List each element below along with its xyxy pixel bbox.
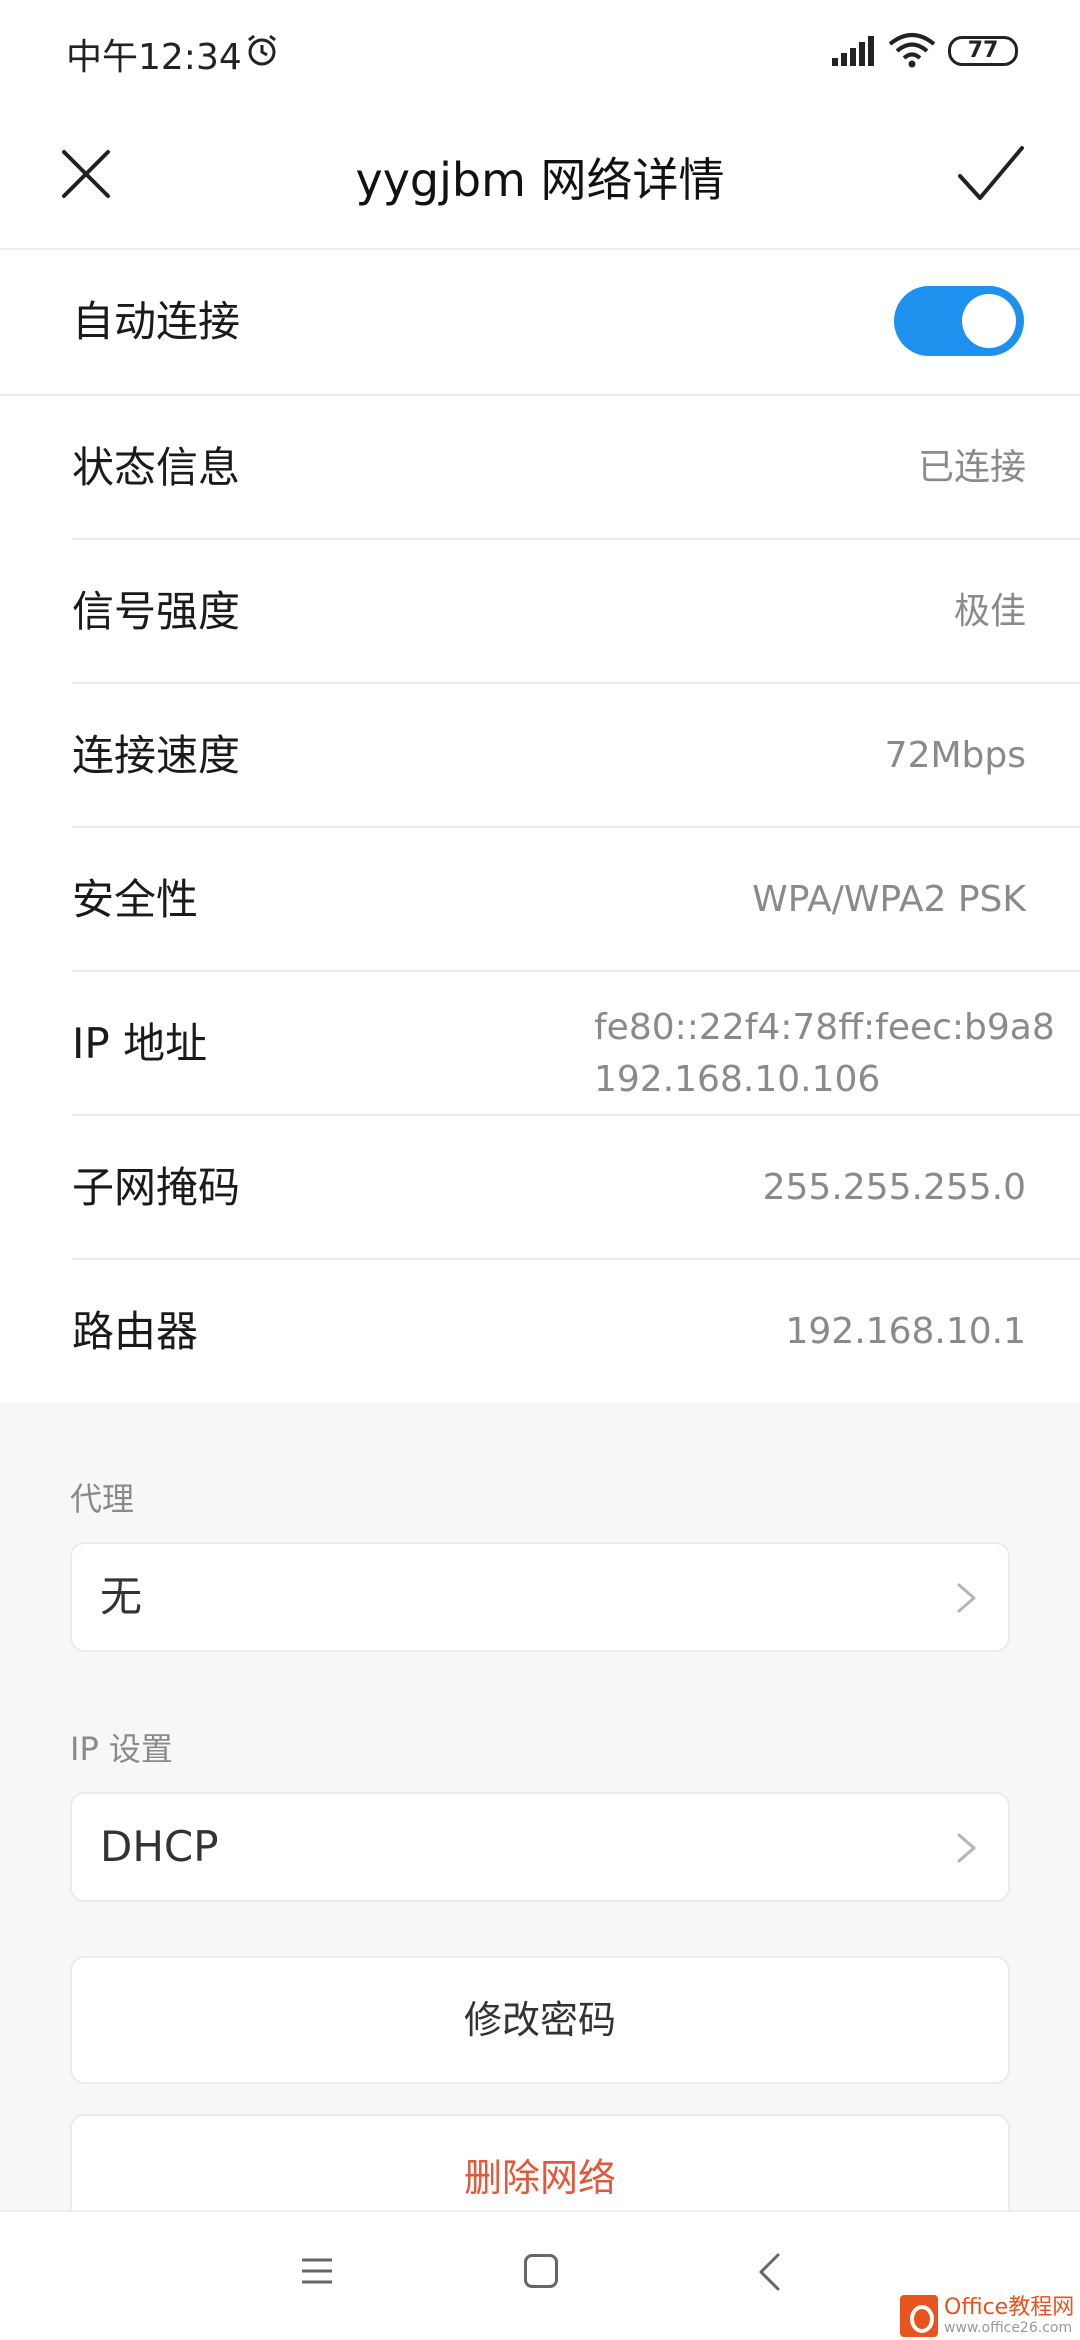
detail-row-ip: IP 地址 fe80::22f4:78ff:feec:b9a8 192.168.… <box>0 972 1080 1116</box>
ipv6-address: fe80::22f4:78ff:feec:b9a8 <box>594 1007 1055 1048</box>
auto-connect-toggle[interactable] <box>894 286 1024 356</box>
detail-row-subnet: 子网掩码 255.255.255.0 <box>0 1116 1080 1260</box>
detail-label: 状态信息 <box>72 443 241 492</box>
chevron-right-icon <box>957 1833 976 1863</box>
ip-settings-value: DHCP <box>100 1822 219 1871</box>
detail-row-signal: 信号强度 极佳 <box>0 540 1080 684</box>
status-bar: 中午12:34 77 <box>0 0 1080 106</box>
proxy-section-label: 代理 <box>70 1480 135 1518</box>
page-title: yygjbm 网络详情 <box>355 153 725 207</box>
detail-row-status: 状态信息 已连接 <box>0 396 1080 540</box>
detail-row-speed: 连接速度 72Mbps <box>0 684 1080 828</box>
check-icon[interactable] <box>956 142 1026 206</box>
detail-label: IP 地址 <box>72 1019 208 1068</box>
auto-connect-label: 自动连接 <box>72 297 241 346</box>
watermark: Office教程网 www.office26.com <box>900 2290 1074 2340</box>
ip-address-values: fe80::22f4:78ff:feec:b9a8 192.168.10.106 <box>594 1002 1055 1106</box>
detail-label: 信号强度 <box>72 587 241 636</box>
detail-value: WPA/WPA2 PSK <box>752 879 1026 920</box>
title-bar: yygjbm 网络详情 <box>0 106 1080 248</box>
menu-icon[interactable] <box>300 2254 334 2288</box>
ip-settings-selector[interactable]: DHCP <box>70 1792 1010 1902</box>
detail-label: 子网掩码 <box>72 1163 241 1212</box>
detail-value: 255.255.255.0 <box>762 1167 1026 1208</box>
chevron-right-icon <box>957 1583 976 1613</box>
navigation-bar: Office教程网 www.office26.com <box>0 2210 1080 2340</box>
detail-label: 路由器 <box>72 1307 199 1356</box>
proxy-selector[interactable]: 无 <box>70 1542 1010 1652</box>
detail-value: 72Mbps <box>884 735 1026 776</box>
watermark-url: www.office26.com <box>944 2320 1073 2336</box>
detail-row-security: 安全性 WPA/WPA2 PSK <box>0 828 1080 972</box>
watermark-brand: Office教程网 <box>944 2295 1075 2320</box>
detail-value: 极佳 <box>953 591 1026 632</box>
change-password-button[interactable]: 修改密码 <box>70 1956 1010 2084</box>
detail-label: 安全性 <box>72 875 199 924</box>
office-logo-icon <box>900 2295 938 2337</box>
status-time: 中午12:34 <box>66 37 242 78</box>
detail-value: 已连接 <box>917 447 1026 488</box>
battery-indicator: 77 <box>948 36 1018 66</box>
home-icon[interactable] <box>524 2254 558 2288</box>
back-icon[interactable] <box>756 2252 782 2292</box>
proxy-value: 无 <box>100 1572 143 1621</box>
alarm-icon <box>248 34 276 66</box>
toggle-knob <box>962 294 1016 348</box>
wifi-icon <box>888 33 936 68</box>
detail-label: 连接速度 <box>72 731 241 780</box>
settings-section: 代理 无 IP 设置 DHCP 修改密码 删除网络 <box>0 1402 1080 2242</box>
auto-connect-row: 自动连接 <box>0 250 1080 394</box>
detail-row-router: 路由器 192.168.10.1 <box>0 1260 1080 1404</box>
ipv4-address: 192.168.10.106 <box>594 1059 881 1100</box>
detail-value: 192.168.10.1 <box>785 1311 1026 1352</box>
ip-settings-section-label: IP 设置 <box>70 1730 173 1768</box>
signal-icon <box>832 36 874 66</box>
